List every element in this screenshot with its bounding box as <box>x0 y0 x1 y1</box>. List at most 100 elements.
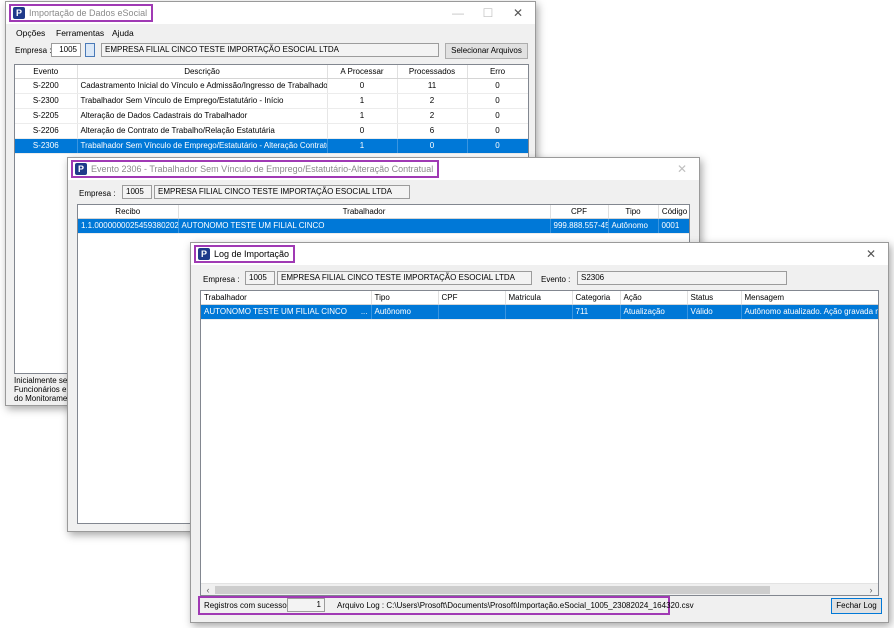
empresa-lookup-icon[interactable] <box>85 43 95 57</box>
col-tipo[interactable]: Tipo <box>608 205 659 219</box>
menu-ajuda[interactable]: Ajuda <box>112 28 134 38</box>
app-logo-icon: P <box>75 163 87 175</box>
cell-descricao: Trabalhador Sem Vínculo de Emprego/Estat… <box>77 138 328 154</box>
main-title-highlight: P Importação de Dados eSocial <box>9 4 154 22</box>
cell-recibo: 1.1.0000000025459380202 <box>78 218 179 234</box>
event-title-bar[interactable]: P Evento 2306 - Trabalhador Sem Vínculo … <box>68 158 699 180</box>
cell-erro: 0 <box>467 108 528 124</box>
main-title-bar[interactable]: P Importação de Dados eSocial — ☐ ✕ <box>6 2 535 24</box>
app-logo-icon: P <box>198 248 210 260</box>
cell-descricao: Cadastramento Inicial do Vínculo e Admis… <box>77 78 328 94</box>
footer-line: Funcionários e A <box>14 385 74 394</box>
cell-a-processar: 0 <box>327 123 398 139</box>
close-icon[interactable]: ✕ <box>503 2 533 24</box>
cell-tipo: Autônomo <box>608 218 659 234</box>
empresa-code-field: 1005 <box>245 271 275 285</box>
evento-field: S2306 <box>577 271 787 285</box>
cell-a-processar: 1 <box>327 138 398 154</box>
table-row[interactable]: S-2205 Alteração de Dados Cadastrais do … <box>15 108 528 124</box>
empresa-name-field: EMPRESA FILIAL CINCO TESTE IMPORTAÇÃO ES… <box>101 43 439 57</box>
cell-descricao: Trabalhador Sem Vínculo de Emprego/Estat… <box>77 93 328 109</box>
table-row[interactable]: S-2300 Trabalhador Sem Vínculo de Empreg… <box>15 93 528 109</box>
scroll-left-icon[interactable]: ‹ <box>203 584 213 595</box>
empresa-name-field: EMPRESA FILIAL CINCO TESTE IMPORTAÇÃO ES… <box>277 271 532 285</box>
maximize-icon[interactable]: ☐ <box>473 2 503 24</box>
log-window: P Log de Importação ✕ Empresa : 1005 EMP… <box>190 242 889 623</box>
col-erro[interactable]: Erro <box>467 65 528 79</box>
arquivo-log-text: Arquivo Log : C:\Users\Prosoft\Documents… <box>337 601 694 610</box>
col-mensagem[interactable]: Mensagem <box>741 291 878 305</box>
table-row-selected[interactable]: 1.1.0000000025459380202 AUTONOMO TESTE U… <box>78 218 689 234</box>
cell-processados: 11 <box>397 78 468 94</box>
col-processados[interactable]: Processados <box>397 65 468 79</box>
col-categoria[interactable]: Categoria <box>572 291 621 305</box>
cell-tipo: Autônomo <box>371 304 439 320</box>
events-header-row: Evento Descrição A Processar Processados… <box>15 65 528 79</box>
cell-evento: S-2200 <box>15 78 78 94</box>
main-menu-bar: Opções Ferramentas Ajuda <box>6 24 535 40</box>
cell-acao: Atualização <box>620 304 688 320</box>
col-cpf[interactable]: CPF <box>550 205 609 219</box>
close-log-button[interactable]: Fechar Log <box>831 598 882 614</box>
cell-evento: S-2205 <box>15 108 78 124</box>
col-status[interactable]: Status <box>687 291 742 305</box>
col-matricula[interactable]: Matricula <box>505 291 573 305</box>
cell-a-processar: 1 <box>327 93 398 109</box>
col-recibo[interactable]: Recibo <box>78 205 179 219</box>
menu-opcoes[interactable]: Opções <box>16 28 45 38</box>
table-row[interactable]: S-2200 Cadastramento Inicial do Vínculo … <box>15 78 528 94</box>
col-trabalhador[interactable]: Trabalhador <box>178 205 551 219</box>
log-table: Trabalhador Tipo CPF Matricula Categoria… <box>201 291 878 320</box>
log-grid: Trabalhador Tipo CPF Matricula Categoria… <box>200 290 879 596</box>
empresa-code-field[interactable]: 1005 <box>51 43 81 57</box>
evento-label: Evento : <box>541 275 571 284</box>
log-window-title: Log de Importação <box>214 249 290 259</box>
cell-status: Válido <box>687 304 742 320</box>
menu-ferramentas[interactable]: Ferramentas <box>56 28 104 38</box>
cell-cpf: 999.888.557-45 <box>550 218 609 234</box>
event-header-row: Recibo Trabalhador CPF Tipo Código <box>78 205 689 219</box>
col-cpf[interactable]: CPF <box>438 291 506 305</box>
col-acao[interactable]: Ação <box>620 291 688 305</box>
scroll-right-icon[interactable]: › <box>866 584 876 595</box>
table-row-selected[interactable]: AUTONOMO TESTE UM FILIAL CINCO... Autôno… <box>201 304 878 320</box>
cell-erro: 0 <box>467 78 528 94</box>
table-row[interactable]: S-2206 Alteração de Contrato de Trabalho… <box>15 123 528 139</box>
select-files-button[interactable]: Selecionar Arquivos <box>445 43 528 59</box>
cell-evento: S-2306 <box>15 138 78 154</box>
log-header-row: Trabalhador Tipo CPF Matricula Categoria… <box>201 291 878 305</box>
cell-trabalhador: AUTONOMO TESTE UM FILIAL CINCO <box>178 218 551 234</box>
horizontal-scrollbar[interactable]: ‹ › <box>201 583 878 595</box>
cell-codigo: 0001 <box>658 218 689 234</box>
events-table: Evento Descrição A Processar Processados… <box>15 65 528 154</box>
empresa-label: Empresa : <box>203 275 240 284</box>
cell-processados: 2 <box>397 93 468 109</box>
cell-evento: S-2300 <box>15 93 78 109</box>
event-table: Recibo Trabalhador CPF Tipo Código 1.1.0… <box>78 205 689 234</box>
cell-descricao: Alteração de Contrato de Trabalho/Relaçã… <box>77 123 328 139</box>
close-icon[interactable]: ✕ <box>667 158 697 180</box>
cell-erro: 0 <box>467 123 528 139</box>
log-title-bar[interactable]: P Log de Importação ✕ <box>191 243 888 265</box>
minimize-icon[interactable]: — <box>443 2 473 24</box>
event-window-title: Evento 2306 - Trabalhador Sem Vínculo de… <box>91 164 434 174</box>
app-logo-icon: P <box>13 7 25 19</box>
col-trabalhador[interactable]: Trabalhador <box>201 291 372 305</box>
event-title-highlight: P Evento 2306 - Trabalhador Sem Vínculo … <box>71 160 440 178</box>
cell-cpf <box>438 304 506 320</box>
cell-a-processar: 1 <box>327 108 398 124</box>
table-row-selected[interactable]: S-2306 Trabalhador Sem Vínculo de Empreg… <box>15 138 528 154</box>
footer-line: do Monitorament <box>14 394 75 403</box>
col-a-processar[interactable]: A Processar <box>327 65 398 79</box>
scrollbar-thumb[interactable] <box>215 586 770 594</box>
col-descricao[interactable]: Descrição <box>77 65 328 79</box>
footer-info-text: Inicialmente será Funcionários e A do Mo… <box>14 376 74 403</box>
log-title-highlight: P Log de Importação <box>194 245 296 263</box>
footer-line: Inicialmente será <box>14 376 75 385</box>
col-evento[interactable]: Evento <box>15 65 78 79</box>
close-icon[interactable]: ✕ <box>856 243 886 265</box>
col-codigo[interactable]: Código <box>658 205 689 219</box>
col-tipo[interactable]: Tipo <box>371 291 439 305</box>
success-count-field: 1 <box>287 598 325 612</box>
cell-trabalhador-text: AUTONOMO TESTE UM FILIAL CINCO <box>204 307 347 316</box>
